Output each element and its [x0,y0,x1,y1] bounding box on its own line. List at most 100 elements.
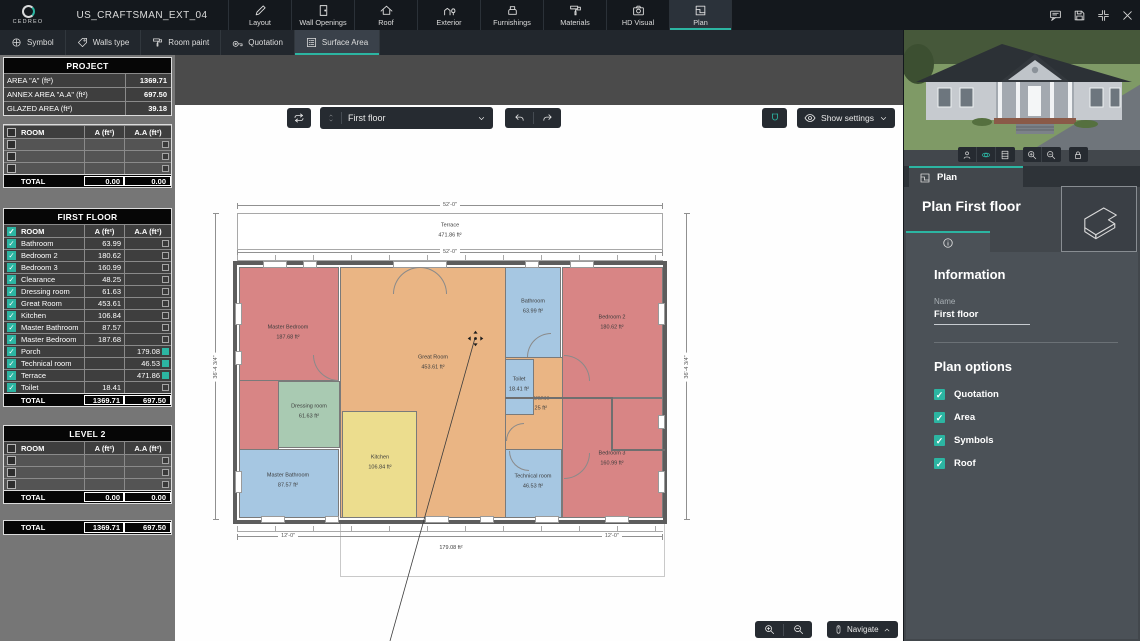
option-checkbox[interactable]: ✓ [934,389,945,400]
annex-checkbox[interactable] [162,312,169,319]
viewer-button-group [1069,147,1088,162]
room-table-select-all-checkbox[interactable] [7,128,16,137]
swap-view-button[interactable] [287,108,311,128]
tab-exterior[interactable]: Exterior [417,0,480,30]
tab-label: Exterior [436,18,461,27]
tab-plan-panel[interactable]: Plan [909,166,1023,187]
tab-furnishings[interactable]: Furnishings [480,0,543,30]
annex-checkbox[interactable] [162,348,169,355]
redo-button[interactable] [542,113,553,124]
row-checkbox[interactable]: ✓ [7,371,16,380]
annex-checkbox[interactable] [162,324,169,331]
annex-checkbox[interactable] [162,300,169,307]
tool-room-paint[interactable]: Room paint [141,30,221,55]
tab-plan[interactable]: Plan [669,0,732,30]
option-checkbox[interactable]: ✓ [934,435,945,446]
row-checkbox[interactable]: ✓ [7,323,16,332]
snap-toggle[interactable] [762,108,787,128]
tool-symbol[interactable]: Symbol [0,30,66,55]
tab-wall-openings[interactable]: Wall Openings [291,0,354,30]
annex-checkbox[interactable] [162,288,169,295]
room-master_bedroom[interactable] [239,380,279,450]
name-field-label: Name [934,297,1138,306]
project-row: AREA "A" (ft²)1369.71 [4,73,171,87]
tool-walls-type[interactable]: Walls type [66,30,142,55]
row-checkbox[interactable]: ✓ [7,299,16,308]
annex-checkbox[interactable] [162,384,169,391]
annex-checkbox[interactable] [162,360,169,367]
room-toilet[interactable] [505,359,534,415]
comment-icon[interactable] [1049,9,1062,22]
first-floor-select-all-checkbox[interactable]: ✓ [7,227,16,236]
project-row: GLAZED AREA (ft²)39.18 [4,101,171,115]
annex-checkbox[interactable] [162,141,169,148]
zoom-out-button[interactable] [784,621,812,638]
annex-checkbox[interactable] [162,240,169,247]
orbit-button[interactable] [977,147,996,162]
row-checkbox[interactable]: ✓ [7,347,16,356]
person-button[interactable] [958,147,977,162]
annex-checkbox[interactable] [162,336,169,343]
save-icon[interactable] [1073,9,1086,22]
lock-button[interactable] [1069,147,1088,162]
tool-quotation[interactable]: Quotation [221,30,295,55]
name-field[interactable]: First floor [934,309,1030,325]
canvas-top-band [175,55,903,105]
floor-selector[interactable]: First floor [320,107,493,129]
tab-roof[interactable]: Roof [354,0,417,30]
annex-checkbox[interactable] [162,457,169,464]
row-checkbox[interactable]: ✓ [7,359,16,368]
floor-stepper[interactable] [327,113,335,123]
undo-button[interactable] [514,113,525,124]
cedreo-logo[interactable]: CEDREO [0,0,56,30]
annex-checkbox[interactable] [162,481,169,488]
show-settings-button[interactable]: Show settings [797,108,895,128]
row-checkbox[interactable] [7,480,16,489]
tool-surface-area[interactable]: Surface Area [295,30,380,55]
tab-layout[interactable]: Layout [228,0,291,30]
plan-3d-thumbnail[interactable] [1061,186,1137,252]
option-label: Quotation [954,389,999,400]
restore-window-icon[interactable] [1097,9,1110,22]
zoom-in-button[interactable] [1023,147,1042,162]
tab-materials[interactable]: Materials [543,0,606,30]
row-checkbox[interactable]: ✓ [7,383,16,392]
row-checkbox[interactable]: ✓ [7,239,16,248]
brand-name: CEDREO [13,19,44,25]
close-icon[interactable] [1121,9,1134,22]
room-master_bathroom[interactable] [239,449,339,518]
annex-checkbox[interactable] [162,469,169,476]
annex-checkbox[interactable] [162,372,169,379]
row-checkbox[interactable] [7,468,16,477]
annex-checkbox[interactable] [162,153,169,160]
navigate-button[interactable]: Navigate [827,621,898,638]
option-checkbox[interactable]: ✓ [934,458,945,469]
zoom-in-button[interactable] [755,621,783,638]
row-checkbox[interactable]: ✓ [7,335,16,344]
floors-button[interactable] [996,147,1015,162]
tab-information[interactable] [906,231,990,252]
3d-preview[interactable] [904,30,1140,150]
zoom-out-button[interactable] [1042,147,1061,162]
row-checkbox[interactable]: ✓ [7,263,16,272]
grand-total-row: TOTAL 1369.71 697.50 [4,521,171,534]
tab-hd-visual[interactable]: HD Visual [606,0,669,30]
row-checkbox[interactable]: ✓ [7,251,16,260]
room-kitchen[interactable] [342,411,417,518]
annex-checkbox[interactable] [162,252,169,259]
annex-checkbox[interactable] [162,264,169,271]
plan-canvas[interactable]: Terrace471.86 ft² Great Room453.61 ft²Cl… [175,55,903,641]
row-checkbox[interactable]: ✓ [7,287,16,296]
room-dressing[interactable] [278,381,340,448]
row-checkbox[interactable]: ✓ [7,311,16,320]
row-checkbox[interactable] [7,140,16,149]
row-checkbox[interactable] [7,456,16,465]
option-quotation: ✓ Quotation [934,389,1138,400]
annex-checkbox[interactable] [162,276,169,283]
row-checkbox[interactable]: ✓ [7,275,16,284]
row-checkbox[interactable] [7,152,16,161]
row-checkbox[interactable] [7,164,16,173]
level2-select-all-checkbox[interactable] [7,444,16,453]
option-checkbox[interactable]: ✓ [934,412,945,423]
annex-checkbox[interactable] [162,165,169,172]
